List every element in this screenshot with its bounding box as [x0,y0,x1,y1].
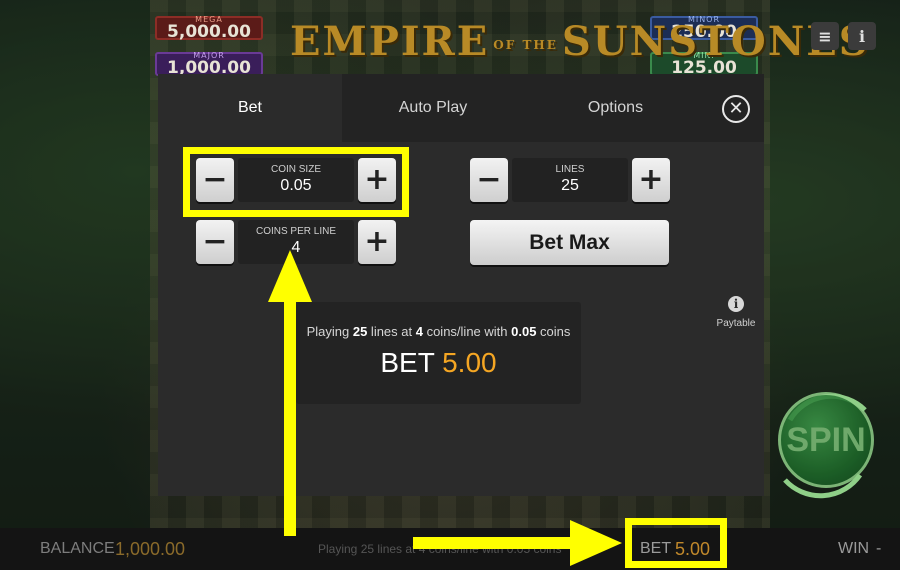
summary-lines-text: lines at [367,324,416,339]
spin-button[interactable]: SPIN [770,380,880,510]
modal-tabs: Bet Auto Play Options [158,74,764,142]
paytable-label: Paytable [716,318,756,329]
minus-icon: − [476,162,502,197]
jackpot-mega-label: MEGA [195,15,223,24]
total-bet-amount: 5.00 [442,347,497,378]
spin-label: SPIN [778,392,874,488]
summary-coins-value: 4 [415,324,423,339]
minus-icon: − [202,224,228,259]
summary-lines-value: 25 [352,324,368,339]
hamburger-icon: ≡ [818,26,832,46]
coins-per-line-field: COINS PER LINE 4 [238,220,354,264]
summary-coin-value: 0.05 [511,324,537,339]
bet-settings-modal: Bet Auto Play Options ✕ − COIN SIZE 0.05… [158,74,764,496]
info-icon: i [728,296,744,312]
summary-playing-text: Playing [306,324,353,339]
coins-per-line-stepper: − COINS PER LINE 4 + [196,220,396,264]
paytable-button[interactable]: i Paytable [714,296,758,338]
menu-button[interactable]: ≡ [811,22,839,50]
coins-per-line-label: COINS PER LINE [255,226,337,237]
lines-label: LINES [555,164,585,175]
info-icon: i [858,26,866,46]
plus-icon: + [364,224,390,259]
bet-summary-message: Playing 25 lines at 4 coins/line with 0.… [318,542,562,556]
summary-coins-text: coins/line with [422,324,512,339]
coins-per-line-decrease-button[interactable]: − [196,220,234,264]
game-title-main: EMPIRE [290,18,490,65]
jackpot-major-label: MAJOR [193,51,225,60]
balance-value: 1,000.00 [115,538,186,559]
close-button[interactable]: ✕ [722,95,750,123]
coins-per-line-value: 4 [291,239,301,256]
bet-summary-text: Playing 25 lines at 4 coins/line with 0.… [296,324,581,339]
jackpot-mega-value: 5,000.00 [167,22,251,42]
jackpot-mega: MEGA 5,000.00 [155,15,263,42]
bet-max-button[interactable]: Bet Max [470,220,669,265]
plus-icon: + [638,162,664,197]
tab-options[interactable]: Options [524,74,707,142]
lines-increase-button[interactable]: + [632,158,670,202]
game-logo: EMPIRE OF THE SUNSTONES [290,18,868,76]
tab-bet[interactable]: Bet [158,74,342,142]
close-icon: ✕ [728,98,744,119]
balance-label: BALANCE [40,540,115,557]
info-button[interactable]: i [848,22,876,50]
lines-decrease-button[interactable]: − [470,158,508,202]
bottom-status-bar: BALANCE 1,000.00 Playing 25 lines at 4 c… [0,528,900,570]
lines-stepper: − LINES 25 + [470,158,670,202]
coins-per-line-increase-button[interactable]: + [358,220,396,264]
summary-coin-text: coins [536,324,571,339]
lines-field: LINES 25 [512,158,628,202]
total-bet-display: BET 5.00 [296,347,581,379]
total-bet-label: BET [380,347,443,378]
win-label: WIN [838,540,870,557]
game-title-small: OF THE [493,38,558,52]
bet-highlight [625,518,727,568]
jackpot-major: MAJOR 1,000.00 [155,51,263,77]
coin-size-highlight [183,147,409,217]
tab-auto-play[interactable]: Auto Play [342,74,524,142]
lines-value: 25 [561,177,579,194]
win-value: - [876,540,882,557]
bet-summary-panel: Playing 25 lines at 4 coins/line with 0.… [296,302,581,404]
